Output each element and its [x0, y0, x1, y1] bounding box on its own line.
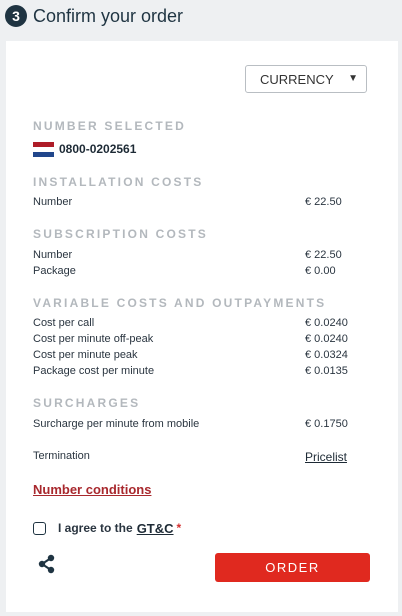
netherlands-flag-icon: [33, 141, 54, 157]
row-label: Package: [33, 265, 76, 277]
row-label: Surcharge per minute from mobile: [33, 418, 200, 430]
termination-row: Termination Pricelist: [33, 450, 363, 464]
surcharge-row-mobile: Surcharge per minute from mobile € 0.175…: [33, 418, 363, 432]
pricelist-link[interactable]: Pricelist: [305, 450, 347, 464]
row-label: Number: [33, 249, 73, 261]
selected-number: 0800-0202561: [33, 141, 136, 157]
installation-row-number: Number € 22.50: [33, 196, 363, 210]
step-header: 3 Confirm your order: [0, 0, 402, 36]
row-value: € 0.00: [305, 265, 336, 277]
selected-number-text: 0800-0202561: [59, 142, 137, 156]
required-mark: *: [176, 521, 182, 535]
agree-text: I agree to the: [58, 521, 133, 535]
installation-costs-title: INSTALLATION COSTS: [33, 175, 204, 189]
number-selected-title: NUMBER SELECTED: [33, 119, 187, 133]
variable-row-cost-per-call: Cost per call € 0.0240: [33, 317, 363, 331]
share-icon[interactable]: [37, 554, 57, 574]
subscription-row-number: Number € 22.50: [33, 249, 363, 263]
row-label: Package cost per minute: [33, 365, 155, 377]
currency-select-value: CURRENCY: [260, 71, 334, 87]
row-value: € 22.50: [305, 249, 342, 261]
row-label: Cost per call: [33, 317, 95, 329]
row-value: € 0.0135: [305, 365, 348, 377]
subscription-row-package: Package € 0.00: [33, 265, 363, 279]
row-label: Cost per minute peak: [33, 349, 138, 361]
number-conditions-link[interactable]: Number conditions: [33, 482, 151, 497]
chevron-down-icon: ▼: [348, 73, 358, 84]
variable-row-peak: Cost per minute peak € 0.0324: [33, 349, 363, 363]
agree-checkbox[interactable]: [33, 521, 46, 535]
variable-row-package-cost: Package cost per minute € 0.0135: [33, 365, 363, 379]
row-value: € 0.0240: [305, 333, 348, 345]
variable-row-off-peak: Cost per minute off-peak € 0.0240: [33, 333, 363, 347]
order-summary-card: CURRENCY ▼ NUMBER SELECTED 0800-0202561 …: [6, 41, 398, 612]
row-label: Number: [33, 196, 73, 208]
variable-costs-title: VARIABLE COSTS AND OUTPAYMENTS: [33, 296, 327, 310]
row-value: € 0.1750: [305, 418, 348, 430]
row-value: € 0.0324: [305, 349, 348, 361]
step-number-badge: 3: [5, 5, 27, 27]
agree-terms: I agree to the GT&C *: [33, 519, 181, 537]
termination-label: Termination: [33, 450, 90, 462]
row-label: Cost per minute off-peak: [33, 333, 154, 345]
step-title: Confirm your order: [33, 6, 184, 26]
row-value: € 0.0240: [305, 317, 348, 329]
currency-select[interactable]: CURRENCY ▼: [245, 65, 367, 93]
surcharges-title: SURCHARGES: [33, 396, 141, 410]
row-value: € 22.50: [305, 196, 342, 208]
subscription-costs-title: SUBSCRIPTION COSTS: [33, 227, 208, 241]
order-button[interactable]: ORDER: [215, 553, 370, 582]
gtc-link[interactable]: GT&C: [137, 521, 174, 536]
